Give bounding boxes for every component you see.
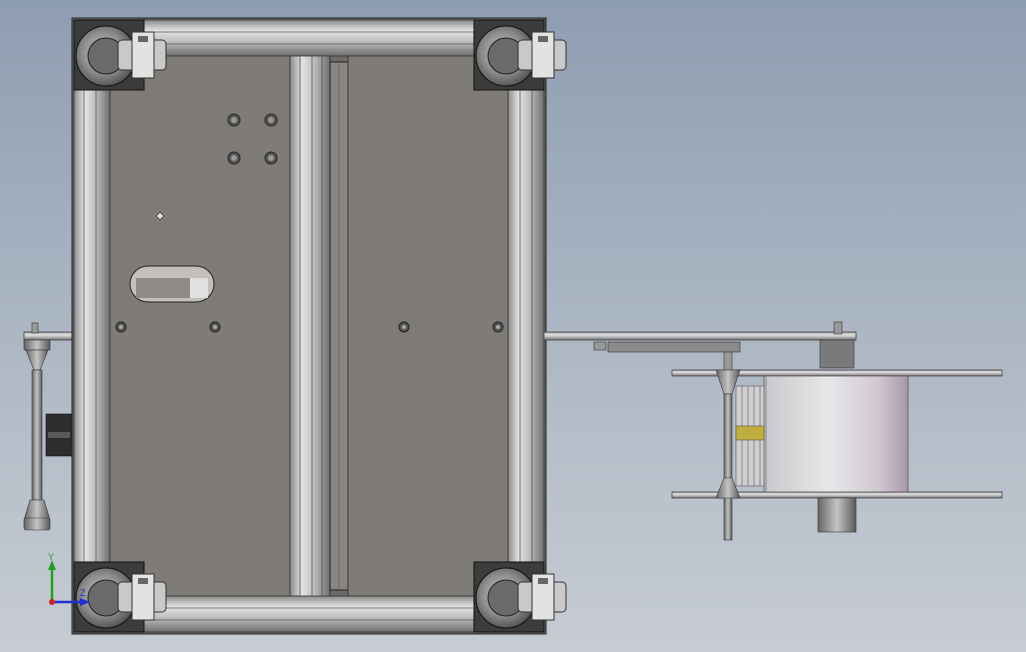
right-arm-assembly [543,321,857,371]
caster-top-right [473,19,567,91]
reel-assembly [671,369,1003,541]
center-rail [289,55,349,597]
cad-viewport[interactable]: Y Z [0,0,1026,652]
triad-y-label: Y [48,552,55,562]
right-panel [347,55,509,597]
triad-z-label: Z [80,588,86,598]
left-panel [109,55,291,597]
caster-bottom-right [473,561,567,633]
left-arm-assembly [23,322,77,531]
